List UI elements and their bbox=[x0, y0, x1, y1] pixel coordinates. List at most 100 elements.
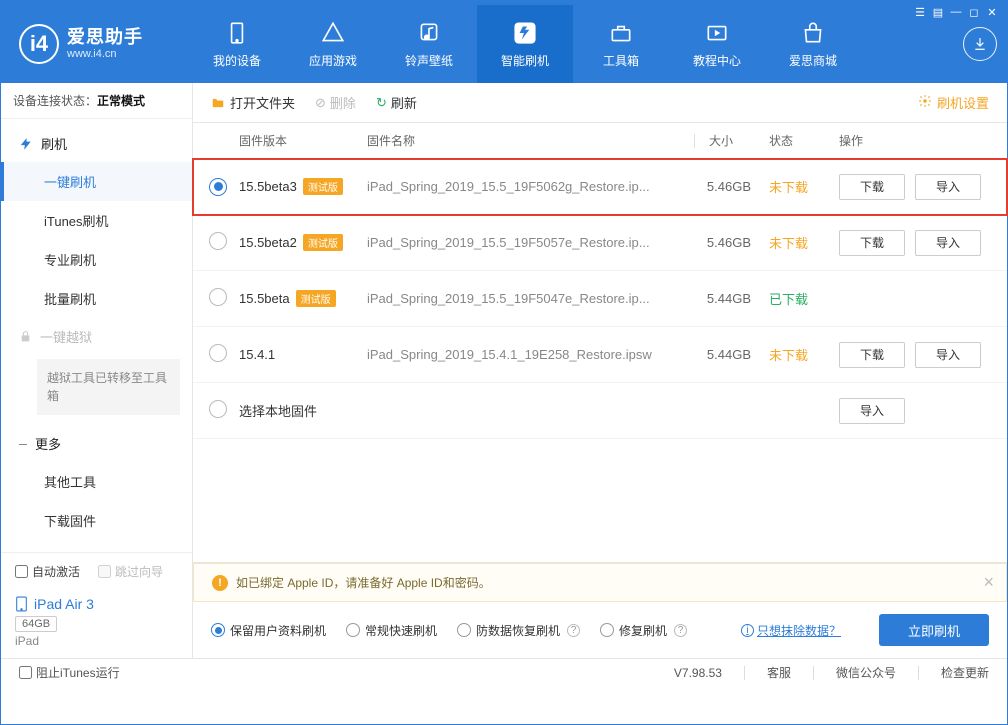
fw-filename: iPad_Spring_2019_15.5_19F5057e_Restore.i… bbox=[367, 235, 699, 250]
flash-settings-button[interactable]: 刷机设置 bbox=[918, 93, 989, 112]
import-button[interactable]: 导入 bbox=[915, 174, 981, 200]
fw-filename: iPad_Spring_2019_15.5_19F5062g_Restore.i… bbox=[367, 179, 699, 194]
logo-icon: i4 bbox=[19, 24, 59, 64]
sidebar-more-item-0[interactable]: 其他工具 bbox=[1, 462, 192, 501]
row-radio[interactable] bbox=[209, 232, 227, 250]
open-folder-button[interactable]: 打开文件夹 bbox=[211, 93, 295, 112]
nav-appgame[interactable]: 应用游戏 bbox=[285, 5, 381, 83]
mode-radio bbox=[457, 623, 471, 637]
nav-mydevice[interactable]: 我的设备 bbox=[189, 5, 285, 83]
nav-store[interactable]: 爱思商城 bbox=[765, 5, 861, 83]
status-bar: 阻止iTunes运行 V7.98.53 客服 微信公众号 检查更新 bbox=[1, 658, 1007, 686]
status-link-support[interactable]: 客服 bbox=[767, 664, 791, 681]
fw-size: 5.46GB bbox=[699, 179, 769, 194]
store-icon bbox=[800, 20, 826, 46]
firmware-row[interactable]: 15.5beta测试版 iPad_Spring_2019_15.5_19F504… bbox=[193, 271, 1007, 327]
erase-data-link[interactable]: i 只想抹除数据？ bbox=[741, 622, 841, 639]
sidebar-group-more[interactable]: 更多 bbox=[1, 425, 192, 462]
skip-guide-checkbox[interactable]: 跳过向导 bbox=[98, 563, 163, 580]
jailbreak-moved-note: 越狱工具已转移至工具箱 bbox=[37, 359, 180, 415]
win-max-icon[interactable]: ◻ bbox=[966, 4, 982, 20]
col-name: 固件名称 bbox=[367, 132, 690, 149]
flash-now-button[interactable]: 立即刷机 bbox=[879, 614, 989, 646]
warning-icon: ! bbox=[212, 575, 228, 591]
win-menu-icon[interactable]: ☰ bbox=[912, 4, 928, 20]
row-radio[interactable] bbox=[209, 178, 227, 196]
mode-radio bbox=[346, 623, 360, 637]
refresh-button[interactable]: ↻ 刷新 bbox=[376, 93, 417, 112]
nav-tutorial[interactable]: 教程中心 bbox=[669, 5, 765, 83]
refresh-icon: ↻ bbox=[376, 95, 387, 111]
fw-filename: iPad_Spring_2019_15.4.1_19E258_Restore.i… bbox=[367, 347, 699, 362]
nav-ringtone[interactable]: 铃声壁纸 bbox=[381, 5, 477, 83]
mydevice-icon bbox=[224, 20, 250, 46]
alert-close-button[interactable]: × bbox=[983, 572, 994, 593]
sidebar-item-2[interactable]: 专业刷机 bbox=[1, 240, 192, 279]
flash-mode-0[interactable]: 保留用户资料刷机 bbox=[211, 622, 326, 639]
import-button[interactable]: 导入 bbox=[915, 230, 981, 256]
collapse-icon bbox=[19, 440, 27, 448]
info-icon: i bbox=[741, 624, 754, 637]
fw-version: 15.5beta3 bbox=[239, 179, 297, 194]
download-button[interactable]: 下载 bbox=[839, 230, 905, 256]
status-link-update[interactable]: 检查更新 bbox=[941, 664, 989, 681]
sidebar-more-item-2[interactable]: 高级功能 bbox=[1, 540, 192, 552]
logo: i4 爱思助手 www.i4.cn bbox=[19, 24, 189, 64]
fw-status: 未下载 bbox=[769, 177, 839, 196]
folder-icon bbox=[211, 96, 225, 110]
help-icon[interactable]: ? bbox=[674, 624, 687, 637]
import-button[interactable]: 导入 bbox=[915, 342, 981, 368]
help-icon[interactable]: ? bbox=[567, 624, 580, 637]
download-manager-button[interactable] bbox=[963, 27, 997, 61]
fw-status: 未下载 bbox=[769, 233, 839, 252]
firmware-row[interactable]: 选择本地固件 导入 bbox=[193, 383, 1007, 439]
firmware-row[interactable]: 15.5beta3测试版 iPad_Spring_2019_15.5_19F50… bbox=[193, 159, 1007, 215]
win-close-icon[interactable]: ✕ bbox=[984, 4, 1000, 20]
device-info: iPad Air 3 64GB iPad bbox=[15, 588, 178, 648]
import-button[interactable]: 导入 bbox=[839, 398, 905, 424]
toolbar: 打开文件夹 ⊘ 删除 ↻ 刷新 刷机设置 bbox=[193, 83, 1007, 123]
sidebar-item-1[interactable]: iTunes刷机 bbox=[1, 201, 192, 240]
firmware-row[interactable]: 15.5beta2测试版 iPad_Spring_2019_15.5_19F50… bbox=[193, 215, 1007, 271]
fw-size: 5.44GB bbox=[699, 347, 769, 362]
win-grid-icon[interactable]: ▤ bbox=[930, 4, 946, 20]
flash-mode-3[interactable]: 修复刷机? bbox=[600, 622, 687, 639]
flash-mode-2[interactable]: 防数据恢复刷机? bbox=[457, 622, 580, 639]
sidebar-group-flash[interactable]: 刷机 bbox=[1, 125, 192, 162]
nav-flash[interactable]: 智能刷机 bbox=[477, 5, 573, 83]
toolbox-icon bbox=[608, 20, 634, 46]
brand-title: 爱思助手 bbox=[67, 27, 143, 49]
download-button[interactable]: 下载 bbox=[839, 342, 905, 368]
sidebar-item-3[interactable]: 批量刷机 bbox=[1, 279, 192, 318]
flash-mode-1[interactable]: 常规快速刷机 bbox=[346, 622, 437, 639]
fw-size: 5.46GB bbox=[699, 235, 769, 250]
row-radio[interactable] bbox=[209, 344, 227, 362]
device-icon bbox=[15, 596, 28, 612]
tutorial-icon bbox=[704, 20, 730, 46]
delete-button: ⊘ 删除 bbox=[315, 93, 356, 112]
win-min-icon[interactable]: — bbox=[948, 4, 964, 20]
row-radio[interactable] bbox=[209, 288, 227, 306]
sidebar-group-jailbreak[interactable]: 一键越狱 bbox=[1, 318, 192, 355]
delete-icon: ⊘ bbox=[315, 95, 326, 111]
status-link-wechat[interactable]: 微信公众号 bbox=[836, 664, 896, 681]
col-version: 固件版本 bbox=[239, 132, 367, 149]
col-status: 状态 bbox=[769, 132, 839, 149]
auto-activate-checkbox[interactable]: 自动激活 bbox=[15, 563, 80, 580]
row-radio[interactable] bbox=[209, 400, 227, 418]
sidebar-more-item-1[interactable]: 下载固件 bbox=[1, 501, 192, 540]
col-ops: 操作 bbox=[839, 132, 989, 149]
device-name[interactable]: iPad Air 3 bbox=[15, 596, 178, 612]
download-button[interactable]: 下载 bbox=[839, 174, 905, 200]
gear-icon bbox=[918, 94, 932, 111]
firmware-row[interactable]: 15.4.1 iPad_Spring_2019_15.4.1_19E258_Re… bbox=[193, 327, 1007, 383]
sidebar-item-0[interactable]: 一键刷机 bbox=[1, 162, 192, 201]
flash-mode-row: 保留用户资料刷机 常规快速刷机 防数据恢复刷机? 修复刷机? i 只想抹除数据？ 立即… bbox=[193, 602, 1007, 658]
nav-toolbox[interactable]: 工具箱 bbox=[573, 5, 669, 83]
main: 打开文件夹 ⊘ 删除 ↻ 刷新 刷机设置 固件版本 bbox=[193, 83, 1007, 658]
table-header: 固件版本 固件名称 大小 状态 操作 bbox=[193, 123, 1007, 159]
block-itunes-checkbox[interactable]: 阻止iTunes运行 bbox=[19, 664, 120, 681]
apple-id-alert: ! 如已绑定 Apple ID，请准备好 Apple ID和密码。 × bbox=[193, 563, 1007, 602]
brand-subtitle: www.i4.cn bbox=[67, 48, 143, 61]
fw-version: 选择本地固件 bbox=[239, 401, 317, 420]
